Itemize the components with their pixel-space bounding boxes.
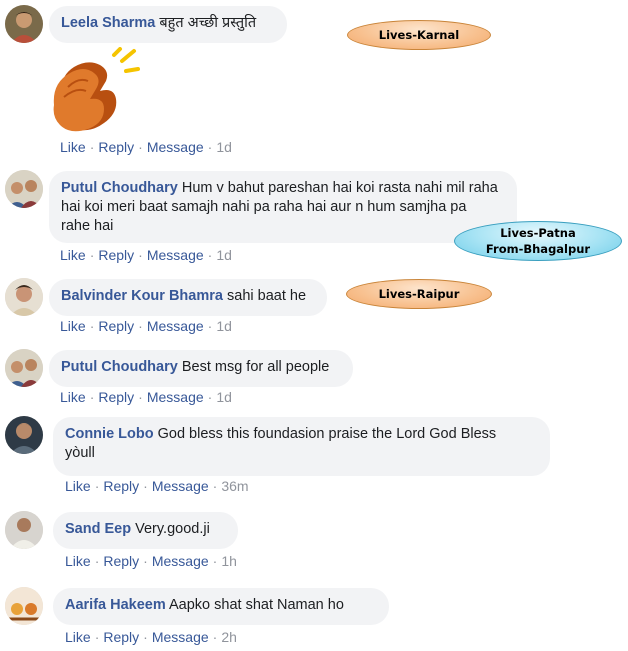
comment-text: बहुत अच्छी प्रस्तुति (159, 15, 257, 31)
comment-bubble: Putul Choudhary Hum v bahut pareshan hai… (49, 171, 517, 243)
avatar[interactable] (5, 5, 43, 43)
separator: · (89, 247, 95, 263)
reply-link[interactable]: Reply (103, 478, 139, 494)
timestamp[interactable]: 36m (221, 478, 248, 494)
annotation-lives-patna: Lives-Patna From-Bhagalpur (454, 221, 622, 261)
comment-author[interactable]: Connie Lobo (65, 426, 154, 442)
avatar[interactable] (5, 278, 43, 316)
comment-bubble: Connie Lobo God bless this foundasion pr… (53, 417, 550, 476)
comment-text-line: Hum v bahut pareshan hai koi rasta nahi … (181, 180, 498, 196)
comment-bubble: Aarifa Hakeem Aapko shat shat Naman ho (53, 588, 389, 625)
like-link[interactable]: Like (60, 139, 86, 155)
comment-actions: Like · Reply · Message · 1h (65, 553, 237, 569)
comment-text: Aapko shat shat Naman ho (168, 597, 344, 613)
separator: · (89, 389, 95, 405)
separator: · (138, 139, 143, 155)
timestamp[interactable]: 2h (221, 629, 237, 645)
comment-bubble: Sand Eep Very.good.ji (53, 512, 238, 549)
reply-link[interactable]: Reply (98, 318, 134, 334)
message-link[interactable]: Message (152, 478, 209, 494)
timestamp[interactable]: 1d (216, 247, 232, 263)
annotation-lives-raipur: Lives-Raipur (346, 279, 492, 309)
comment-text: sahi baat he (227, 288, 307, 304)
comment-bubble: Putul Choudhary Best msg for all people (49, 350, 353, 387)
separator: · (207, 389, 213, 405)
timestamp[interactable]: 1d (216, 318, 232, 334)
comment-text-line: hai koi meri baat samajh nahi pa raha ha… (61, 199, 467, 215)
like-link[interactable]: Like (65, 629, 91, 645)
avatar[interactable] (5, 587, 43, 625)
separator: · (138, 318, 143, 334)
like-link[interactable]: Like (60, 318, 86, 334)
comment-author[interactable]: Putul Choudhary (61, 359, 178, 375)
like-link[interactable]: Like (65, 553, 91, 569)
separator: · (94, 553, 100, 569)
avatar[interactable] (5, 511, 43, 549)
like-link[interactable]: Like (60, 389, 86, 405)
avatar[interactable] (5, 416, 43, 454)
message-link[interactable]: Message (152, 553, 209, 569)
comment-actions: Like · Reply · Message · 1d (60, 318, 232, 334)
like-link[interactable]: Like (65, 478, 91, 494)
timestamp[interactable]: 1d (216, 139, 232, 155)
avatar[interactable] (5, 170, 43, 208)
timestamp[interactable]: 1h (221, 553, 237, 569)
message-link[interactable]: Message (147, 139, 204, 155)
comment-bubble: Balvinder Kour Bhamra sahi baat he (49, 279, 327, 316)
comment-bubble: Leela Sharma बहुत अच्छी प्रस्तुति (49, 6, 287, 43)
comment-actions: Like · Reply · Message · 1d (60, 247, 232, 263)
separator: · (207, 139, 213, 155)
separator: · (143, 478, 148, 494)
comment-text-line: God bless this foundasion praise the Lor… (157, 426, 497, 442)
separator: · (138, 247, 143, 263)
like-link[interactable]: Like (60, 247, 86, 263)
separator: · (207, 318, 213, 334)
reply-link[interactable]: Reply (98, 139, 134, 155)
comment-author[interactable]: Leela Sharma (61, 15, 155, 31)
separator: · (89, 318, 95, 334)
separator: · (89, 139, 95, 155)
message-link[interactable]: Message (147, 389, 204, 405)
comment-actions: Like · Reply · Message · 1d (60, 139, 232, 155)
reply-link[interactable]: Reply (98, 389, 134, 405)
avatar[interactable] (5, 349, 43, 387)
comment-author[interactable]: Putul Choudhary (61, 180, 178, 196)
annotation-lives-karnal: Lives-Karnal (347, 20, 491, 50)
comment-author[interactable]: Balvinder Kour Bhamra (61, 288, 223, 304)
separator: · (94, 629, 100, 645)
reply-link[interactable]: Reply (98, 247, 134, 263)
separator: · (138, 389, 143, 405)
separator: · (212, 478, 218, 494)
message-link[interactable]: Message (147, 318, 204, 334)
comment-text-line: yòull (65, 445, 95, 461)
comment-text: Best msg for all people (181, 359, 330, 375)
separator: · (207, 247, 213, 263)
separator: · (212, 629, 218, 645)
comment-actions: Like · Reply · Message · 36m (65, 478, 249, 494)
comment-author[interactable]: Sand Eep (65, 521, 131, 537)
timestamp[interactable]: 1d (216, 389, 232, 405)
comment-actions: Like · Reply · Message · 1d (60, 389, 232, 405)
clapping-hands-emoji-icon (53, 47, 140, 132)
separator: · (212, 553, 218, 569)
comment-text-line: rahe hai (61, 218, 114, 234)
reply-link[interactable]: Reply (103, 553, 139, 569)
separator: · (143, 629, 148, 645)
comment-actions: Like · Reply · Message · 2h (65, 629, 237, 645)
separator: · (143, 553, 148, 569)
message-link[interactable]: Message (147, 247, 204, 263)
comment-text: Very.good.ji (135, 521, 210, 537)
comment-author[interactable]: Aarifa Hakeem (65, 597, 166, 613)
message-link[interactable]: Message (152, 629, 209, 645)
separator: · (94, 478, 100, 494)
reply-link[interactable]: Reply (103, 629, 139, 645)
